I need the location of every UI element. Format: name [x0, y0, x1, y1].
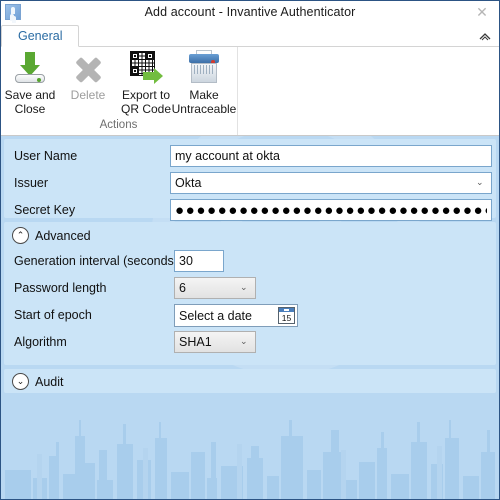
- audit-header-label: Audit: [35, 374, 64, 389]
- collapse-ribbon-glyph: [479, 32, 491, 40]
- chevron-down-icon: ⌄: [476, 177, 484, 187]
- audit-section: ⌄ Audit: [4, 369, 496, 393]
- algorithm-combobox[interactable]: SHA1 ⌄: [174, 331, 256, 353]
- tab-general[interactable]: General: [1, 25, 80, 47]
- basic-section: User Name Issuer Okta ⌄ Secret Key ●●●●●…: [4, 139, 496, 221]
- ribbon-group-label: Actions: [99, 119, 138, 131]
- start-of-epoch-datepicker[interactable]: Select a date 15: [174, 304, 298, 327]
- field-row-start-of-epoch: Start of epoch: [14, 304, 92, 326]
- qr-code-icon: [129, 51, 163, 85]
- shredder-icon: [187, 50, 221, 85]
- save-icon: [13, 51, 47, 85]
- make-untraceable-label-line2: Untraceable: [171, 102, 237, 116]
- field-row-password-length: Password length: [14, 277, 106, 299]
- content-pane: User Name Issuer Okta ⌄ Secret Key ●●●●●…: [1, 136, 499, 499]
- export-qr-label-line1: Export to: [121, 88, 171, 102]
- tab-strip: General: [1, 23, 499, 47]
- app-icon: [5, 4, 21, 20]
- save-and-close-label-line1: Save and: [4, 88, 56, 102]
- make-untraceable-label-line1: Make: [189, 88, 219, 102]
- secret-key-input[interactable]: ●●●●●●●●●●●●●●●●●●●●●●●●●●●●●●●●●●●●●●●●…: [170, 199, 492, 221]
- password-length-combobox[interactable]: 6 ⌄: [174, 277, 256, 299]
- delete-x-icon: [71, 51, 105, 85]
- ribbon: Save and Close Delete Export to QR Code …: [1, 47, 499, 136]
- make-untraceable-button[interactable]: Make Untraceable: [172, 50, 236, 116]
- generation-interval-input[interactable]: [174, 250, 224, 272]
- chevron-down-icon: ⌄: [240, 336, 248, 346]
- issuer-label: Issuer: [14, 176, 49, 190]
- export-qr-label-line2: QR Code: [120, 102, 172, 116]
- chevron-down-icon: ⌄: [240, 282, 248, 292]
- save-and-close-label-line2: Close: [14, 102, 46, 116]
- generation-interval-label: Generation interval (seconds): [14, 254, 178, 268]
- audit-expander[interactable]: ⌄ Audit: [12, 373, 64, 390]
- window-title: Add account - Invantive Authenticator: [144, 5, 356, 19]
- secret-key-value: ●●●●●●●●●●●●●●●●●●●●●●●●●●●●●●●●●●●●●●●●…: [175, 201, 487, 219]
- delete-label-line1: Delete: [70, 88, 106, 102]
- field-row-algorithm: Algorithm: [14, 331, 67, 353]
- advanced-header-label: Advanced: [35, 228, 91, 243]
- algorithm-label: Algorithm: [14, 335, 67, 349]
- ribbon-button-row: Save and Close Delete Export to QR Code …: [1, 47, 237, 116]
- advanced-section: ⌃ Advanced Generation interval (seconds)…: [4, 222, 496, 365]
- calendar-icon[interactable]: 15: [278, 307, 295, 324]
- skyline-watermark: [5, 420, 495, 499]
- field-row-secret-key: Secret Key: [14, 199, 75, 221]
- issuer-combobox[interactable]: Okta ⌄: [170, 172, 492, 194]
- start-of-epoch-value: Select a date: [179, 308, 252, 323]
- user-name-label: User Name: [14, 149, 78, 163]
- export-to-qr-code-button[interactable]: Export to QR Code: [117, 51, 175, 116]
- advanced-expander[interactable]: ⌃ Advanced: [12, 227, 91, 244]
- chevron-down-circle-icon: ⌄: [12, 373, 29, 390]
- save-and-close-button[interactable]: Save and Close: [1, 51, 59, 116]
- close-icon[interactable]: ✕: [471, 3, 493, 21]
- chevron-up-icon[interactable]: [478, 29, 492, 43]
- delete-button[interactable]: Delete: [59, 51, 117, 102]
- start-of-epoch-label: Start of epoch: [14, 308, 92, 322]
- user-name-input[interactable]: [170, 145, 492, 167]
- ribbon-group-actions: Save and Close Delete Export to QR Code …: [1, 47, 238, 135]
- field-row-issuer: Issuer: [14, 172, 48, 194]
- field-row-generation-interval: Generation interval (seconds): [14, 250, 178, 272]
- title-bar: Add account - Invantive Authenticator ✕: [1, 1, 499, 23]
- issuer-value: Okta: [175, 176, 202, 190]
- chevron-up-circle-icon: ⌃: [12, 227, 29, 244]
- algorithm-value: SHA1: [179, 335, 212, 349]
- app-window: Add account - Invantive Authenticator ✕ …: [0, 0, 500, 500]
- password-length-label: Password length: [14, 281, 107, 295]
- password-length-value: 6: [179, 281, 186, 295]
- field-row-user-name: User Name: [14, 145, 77, 167]
- calendar-day-number: 15: [281, 313, 292, 323]
- secret-key-label: Secret Key: [14, 203, 76, 217]
